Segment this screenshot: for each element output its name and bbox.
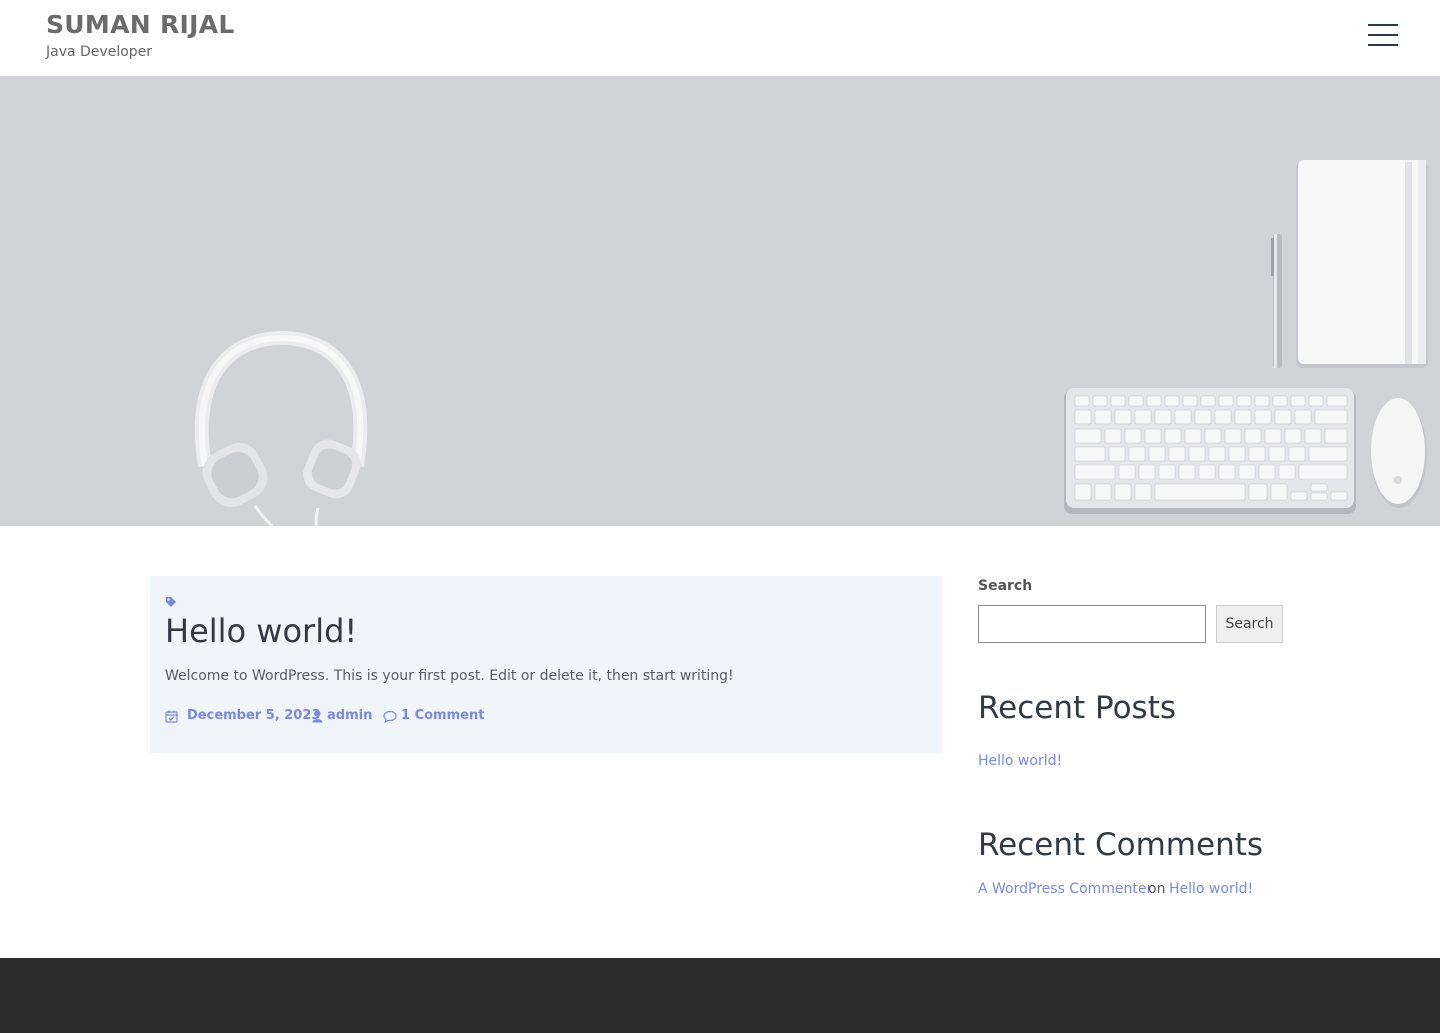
site-tagline: Java Developer <box>46 44 153 60</box>
post-title[interactable]: Hello world! <box>165 612 357 650</box>
headphones-graphic <box>194 330 368 526</box>
pen-graphic <box>1271 234 1282 368</box>
recent-comments-heading: Recent Comments <box>978 827 1264 863</box>
hero-illustration <box>194 160 1428 526</box>
site-footer <box>0 958 1440 1033</box>
post-comments-link[interactable]: 1 Comment <box>401 708 484 723</box>
post-card: Hello world! Welcome to WordPress. This … <box>150 576 942 753</box>
site-title[interactable]: SUMAN RIJAL <box>46 10 235 39</box>
search-label: Search <box>978 578 1033 594</box>
menu-bar-bottom <box>1368 44 1398 46</box>
post-author-link[interactable]: admin <box>327 708 372 723</box>
menu-bar-top <box>1368 24 1398 26</box>
tag-icon <box>166 597 176 607</box>
calendar-check-icon <box>165 710 178 723</box>
hero-image <box>0 76 1440 526</box>
recent-posts-heading: Recent Posts <box>978 690 1177 726</box>
comment-author-link[interactable]: A WordPress Commenter <box>978 881 1152 897</box>
notebook-graphic <box>1296 160 1428 368</box>
search-input[interactable] <box>978 605 1206 643</box>
site-header: SUMAN RIJAL Java Developer <box>0 0 1440 76</box>
mouse-graphic <box>1371 398 1427 508</box>
hamburger-menu-icon[interactable] <box>1362 20 1404 52</box>
comment-icon <box>383 710 397 723</box>
post-excerpt: Welcome to WordPress. This is your first… <box>165 668 734 684</box>
comment-connector-text: on <box>1148 881 1166 897</box>
recent-post-link[interactable]: Hello world! <box>978 753 1062 769</box>
menu-bar-middle <box>1368 34 1398 36</box>
comment-post-link[interactable]: Hello world! <box>1169 881 1253 897</box>
keyboard-graphic <box>1064 388 1356 514</box>
user-icon <box>312 710 323 723</box>
post-date-link[interactable]: December 5, 2023 <box>187 708 320 723</box>
search-button[interactable]: Search <box>1216 605 1283 643</box>
